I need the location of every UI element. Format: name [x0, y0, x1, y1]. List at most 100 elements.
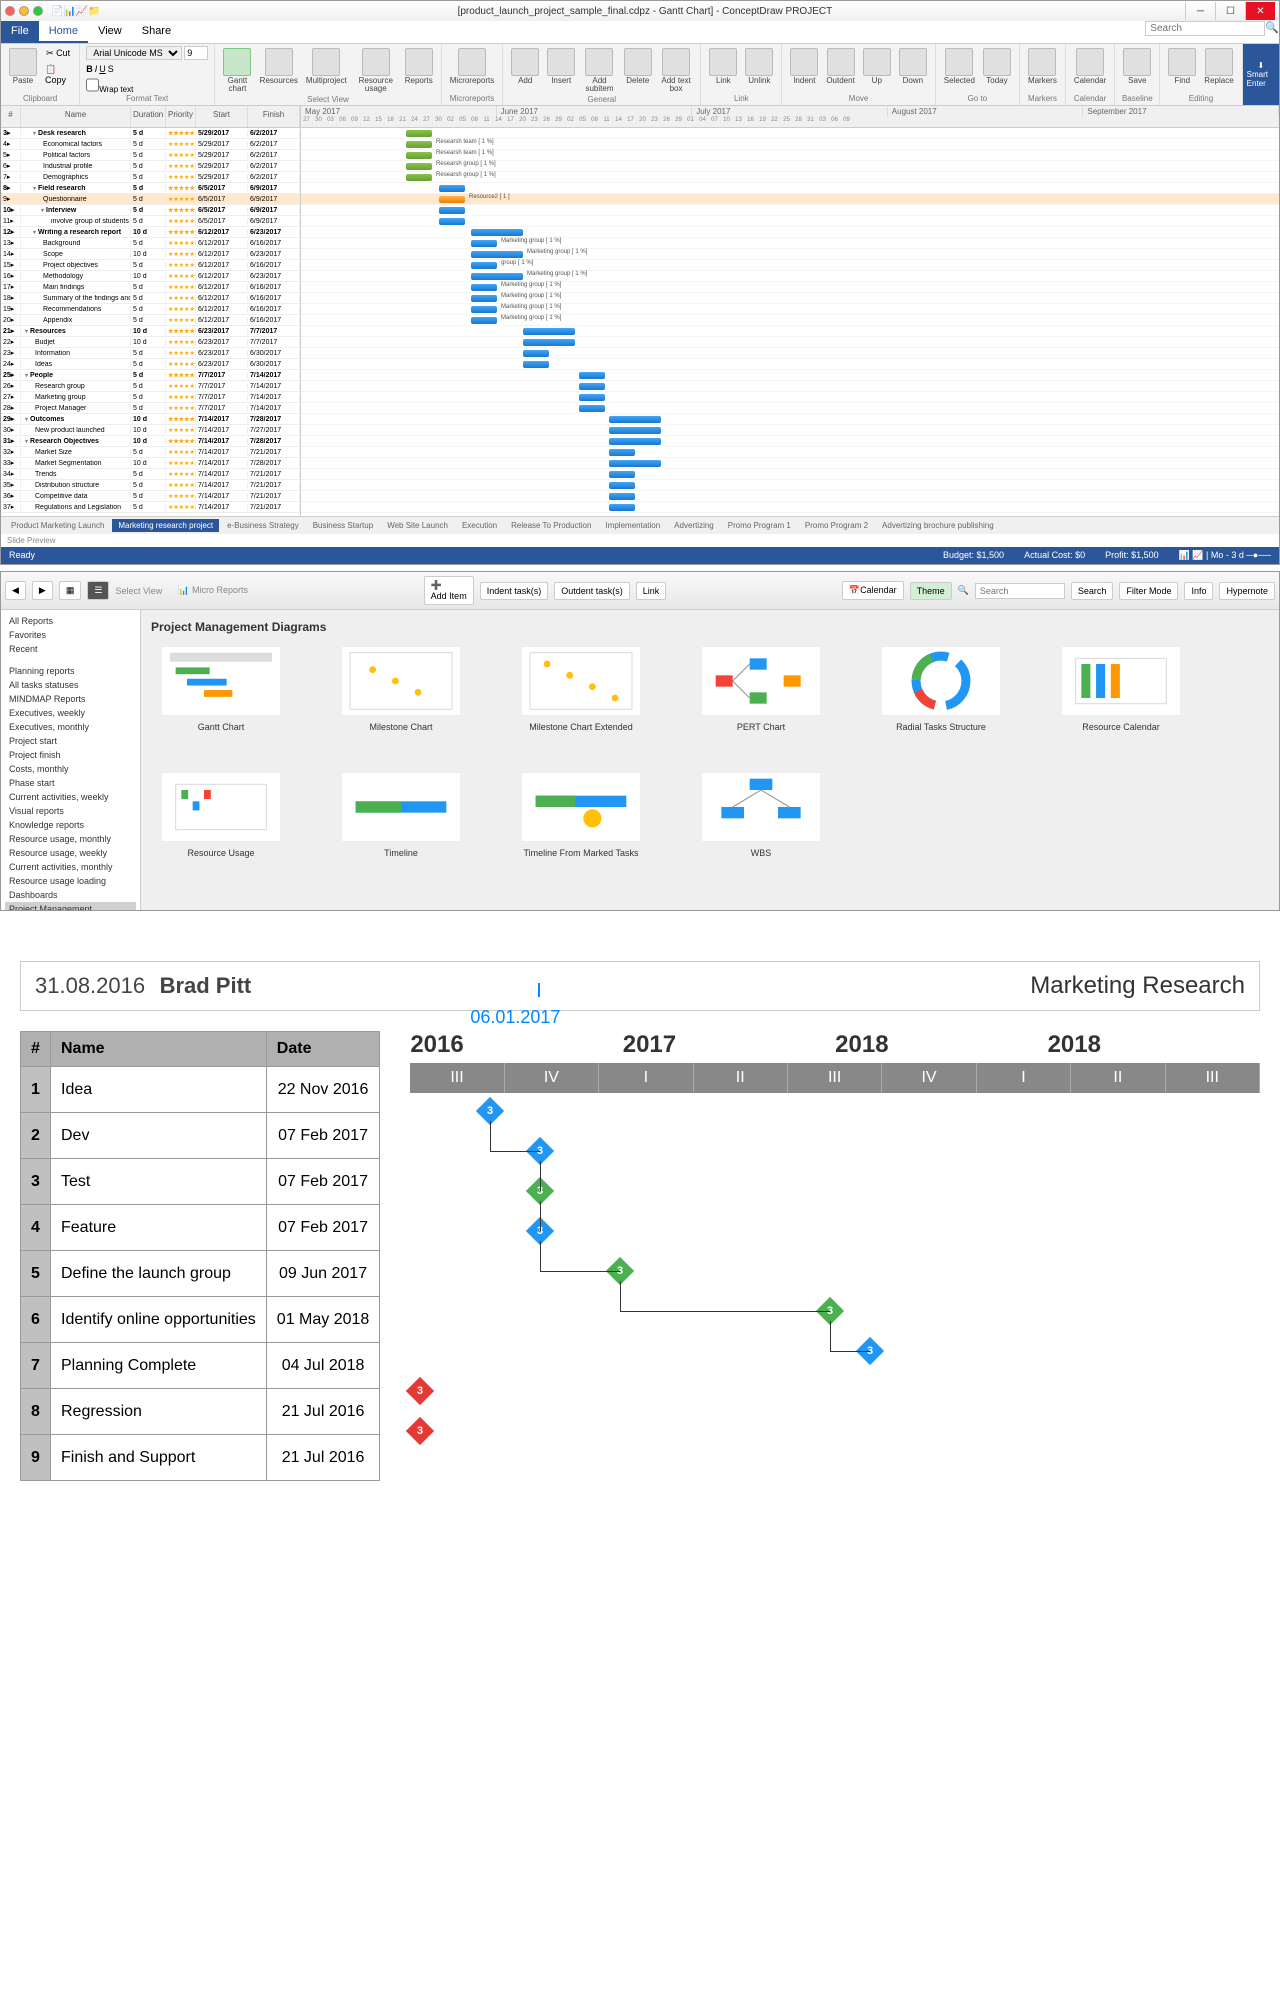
back-button[interactable]: ◀ — [5, 581, 26, 600]
sidebar-item[interactable]: Current activities, weekly — [5, 790, 136, 804]
hypernote-btn[interactable]: Hypernote — [1219, 582, 1275, 600]
link-task-button[interactable]: Link — [636, 582, 667, 600]
sidebar-item[interactable]: Knowledge reports — [5, 818, 136, 832]
task-row[interactable]: 30▸New product launched10 d★★★★★7/14/201… — [1, 425, 300, 436]
task-row[interactable]: 32▸Market Size5 d★★★★★7/14/20177/21/2017 — [1, 447, 300, 458]
fwd-button[interactable]: ▶ — [32, 581, 53, 600]
sidebar-item[interactable]: Recent — [5, 642, 136, 656]
task-row[interactable]: 23▸Information5 d★★★★★6/23/20176/30/2017 — [1, 348, 300, 359]
sidebar-item[interactable]: Resource usage, weekly — [5, 846, 136, 860]
task-row[interactable]: 33▸Market Segmentation10 d★★★★★7/14/2017… — [1, 458, 300, 469]
down-button[interactable]: Down — [897, 46, 929, 87]
diagram-thumb[interactable]: Timeline — [331, 772, 471, 858]
sheet-tab[interactable]: Web Site Launch — [381, 519, 454, 532]
sheet-tab[interactable]: Marketing research project — [112, 519, 219, 532]
task-row[interactable]: 17▸Main findings5 d★★★★★6/12/20176/16/20… — [1, 282, 300, 293]
info-btn[interactable]: Info — [1184, 582, 1213, 600]
resources-button[interactable]: Resources — [258, 46, 300, 87]
task-row[interactable]: 4▸Economical factors5 d★★★★★5/29/20176/2… — [1, 139, 300, 150]
sidebar-item[interactable]: Executives, monthly — [5, 720, 136, 734]
sidebar-item[interactable]: Resource usage, monthly — [5, 832, 136, 846]
mac-window-controls[interactable] — [5, 6, 43, 16]
task-row[interactable]: 10▸▾Interview5 d★★★★★6/5/20176/9/2017 — [1, 205, 300, 216]
resource-usage-button[interactable]: Resource usage — [353, 46, 399, 95]
gantt-timeline[interactable]: May 2017June 2017July 2017August 2017Sep… — [301, 106, 1279, 516]
cut-button[interactable]: ✂ Cut — [43, 46, 73, 61]
sheet-tab[interactable]: Product Marketing Launch — [5, 519, 110, 532]
task-row[interactable]: 13▸Background5 d★★★★★6/12/20176/16/2017 — [1, 238, 300, 249]
calendar-button[interactable]: Calendar — [1072, 46, 1108, 87]
gantt-view-button[interactable]: Gantt chart — [221, 46, 253, 95]
font-size[interactable] — [184, 46, 208, 60]
task-row[interactable]: 21▸▾Resources10 d★★★★★6/23/20177/7/2017 — [1, 326, 300, 337]
add-textbox-button[interactable]: Add text box — [658, 46, 695, 95]
task-row[interactable]: 34▸Trends5 d★★★★★7/14/20177/21/2017 — [1, 469, 300, 480]
selected-button[interactable]: Selected — [942, 46, 977, 87]
task-row[interactable]: 37▸Regulations and Legislation5 d★★★★★7/… — [1, 502, 300, 513]
task-row[interactable]: 31▸▾Research Objectives10 d★★★★★7/14/201… — [1, 436, 300, 447]
task-row[interactable]: 12▸▾Writing a research report10 d★★★★★6/… — [1, 227, 300, 238]
sidebar-item[interactable]: All tasks statuses — [5, 678, 136, 692]
sidebar-item[interactable]: Project finish — [5, 748, 136, 762]
sidebar-item[interactable]: Phase start — [5, 776, 136, 790]
today-button[interactable]: Today — [981, 46, 1013, 87]
copy-button[interactable]: 📋 Copy — [43, 62, 73, 87]
sidebar-item[interactable]: MINDMAP Reports — [5, 692, 136, 706]
calendar-btn[interactable]: 📅Calendar — [842, 581, 904, 600]
sidebar-item[interactable]: Visual reports — [5, 804, 136, 818]
outdent-task-button[interactable]: Outdent task(s) — [554, 582, 630, 600]
link-button[interactable]: Link — [707, 46, 739, 87]
task-row[interactable]: 27▸Marketing group5 d★★★★★7/7/20177/14/2… — [1, 392, 300, 403]
filter-btn[interactable]: Filter Mode — [1119, 582, 1178, 600]
sidebar-item[interactable]: Executives, weekly — [5, 706, 136, 720]
diagram-thumb[interactable]: Resource Calendar — [1051, 646, 1191, 732]
task-row[interactable]: 20▸Appendix5 d★★★★★6/12/20176/16/2017 — [1, 315, 300, 326]
task-row[interactable]: 29▸▾Outcomes10 d★★★★★7/14/20177/28/2017 — [1, 414, 300, 425]
diagram-thumb[interactable]: Milestone Chart — [331, 646, 471, 732]
task-row[interactable]: 15▸Project objectives5 d★★★★★6/12/20176/… — [1, 260, 300, 271]
sheet-tab[interactable]: e-Business Strategy — [221, 519, 305, 532]
sheet-tab[interactable]: Execution — [456, 519, 503, 532]
multiproject-button[interactable]: Multiproject — [304, 46, 349, 87]
sheet-tab[interactable]: Promo Program 2 — [799, 519, 874, 532]
sheet-tab[interactable]: Promo Program 1 — [722, 519, 797, 532]
indent-task-button[interactable]: Indent task(s) — [480, 582, 549, 600]
indent-button[interactable]: Indent — [788, 46, 820, 87]
paste-button[interactable]: Paste — [7, 46, 39, 87]
task-row[interactable]: 36▸Competitive data5 d★★★★★7/14/20177/21… — [1, 491, 300, 502]
task-row[interactable]: 24▸Ideas5 d★★★★★6/23/20176/30/2017 — [1, 359, 300, 370]
wrap-text[interactable] — [86, 78, 99, 92]
diagram-thumb[interactable]: Radial Tasks Structure — [871, 646, 1011, 732]
diagram-thumb[interactable]: Timeline From Marked Tasks — [511, 772, 651, 858]
find-button[interactable]: Find — [1166, 46, 1198, 87]
sidebar-item[interactable]: Project Management Diagrams — [5, 902, 136, 910]
task-row[interactable]: 6▸Industrial profile5 d★★★★★5/29/20176/2… — [1, 161, 300, 172]
sheet-tab[interactable]: Advertizing — [668, 519, 720, 532]
diagram-thumb[interactable]: Milestone Chart Extended — [511, 646, 651, 732]
search-input[interactable] — [1145, 21, 1265, 36]
diagram-thumb[interactable]: Gantt Chart — [151, 646, 291, 732]
font-select[interactable]: Arial Unicode MS — [86, 46, 182, 60]
sheet-tab[interactable]: Release To Production — [505, 519, 597, 532]
task-row[interactable]: 7▸Demographics5 d★★★★★5/29/20176/2/2017 — [1, 172, 300, 183]
task-row[interactable]: 35▸Distribution structure5 d★★★★★7/14/20… — [1, 480, 300, 491]
outdent-button[interactable]: Outdent — [824, 46, 856, 87]
search-btn[interactable]: Search — [1071, 582, 1114, 600]
status-zoom[interactable]: 📊 📈 | Mo - 3 d ─●── — [1179, 550, 1271, 561]
add-subitem-button[interactable]: Add subitem — [581, 46, 618, 95]
task-row[interactable]: 18▸Summary of the findings and5 d★★★★★6/… — [1, 293, 300, 304]
diagram-thumb[interactable]: WBS — [691, 772, 831, 858]
diagram-thumb[interactable]: Resource Usage — [151, 772, 291, 858]
microreports-button[interactable]: Microreports — [448, 46, 496, 87]
sidebar-item[interactable]: Dashboards — [5, 888, 136, 902]
markers-button[interactable]: Markers — [1026, 46, 1059, 87]
add-button[interactable]: Add — [509, 46, 541, 87]
task-row[interactable]: 22▸Budjet10 d★★★★★6/23/20177/7/2017 — [1, 337, 300, 348]
sidebar-item[interactable]: Costs, monthly — [5, 762, 136, 776]
add-item-button[interactable]: ➕Add Item — [424, 576, 474, 605]
task-row[interactable]: 14▸Scope10 d★★★★★6/12/20176/23/2017 — [1, 249, 300, 260]
delete-button[interactable]: Delete — [622, 46, 654, 87]
col-priority[interactable]: Priority — [166, 106, 196, 127]
col-num[interactable]: # — [1, 106, 21, 127]
task-row[interactable]: 19▸Recommendations5 d★★★★★6/12/20176/16/… — [1, 304, 300, 315]
